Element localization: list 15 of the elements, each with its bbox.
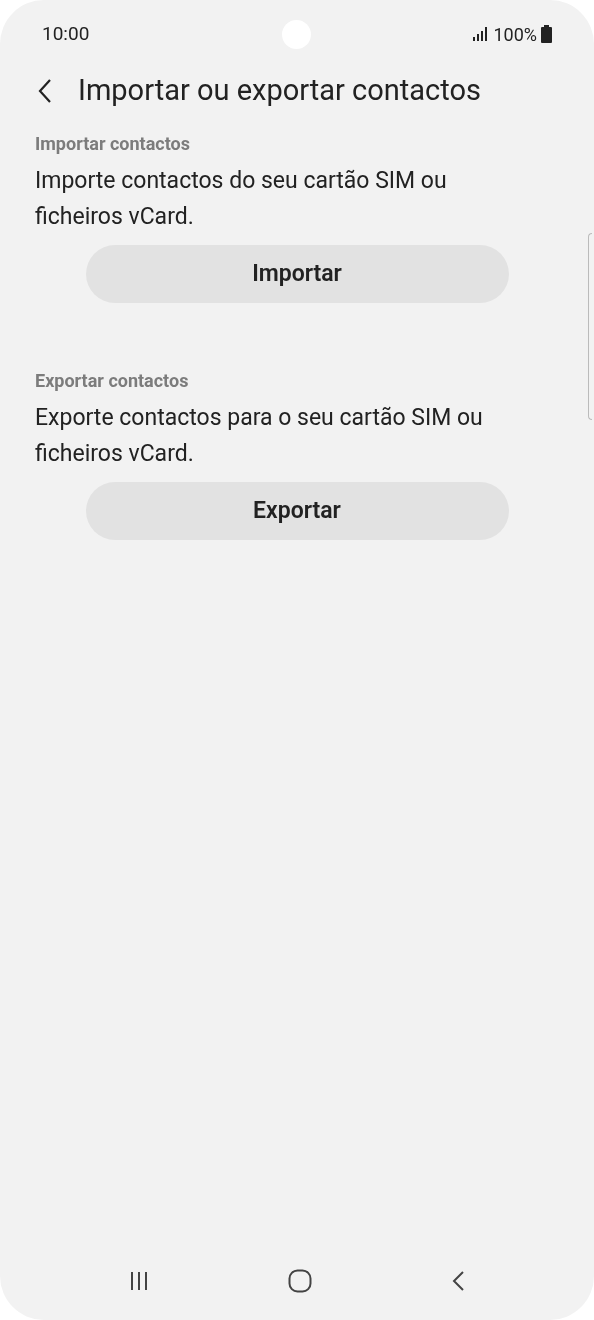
battery-icon — [541, 25, 552, 43]
action-button[interactable]: Exportar — [85, 482, 509, 540]
status-time: 10:00 — [42, 20, 90, 47]
page-title: Importar ou exportar contactos — [78, 72, 481, 110]
section-description: Importe contactos do seu cartão SIM ou ficheiros vCard. — [35, 166, 448, 232]
home-icon[interactable] — [288, 1269, 312, 1293]
recent-apps-icon[interactable] — [129, 1271, 150, 1291]
section-heading: Importar contactos — [35, 132, 191, 156]
back-icon — [38, 78, 52, 104]
section-description: Exporte contactos para o seu cartão SIM ou ficheiros vCard. — [35, 403, 484, 469]
section-heading: Exportar contactos — [35, 369, 190, 393]
signal-icon — [473, 27, 490, 41]
action-button[interactable]: Importar — [85, 245, 509, 303]
back-icon[interactable] — [450, 1270, 465, 1292]
battery-percentage: 100% — [493, 22, 537, 47]
